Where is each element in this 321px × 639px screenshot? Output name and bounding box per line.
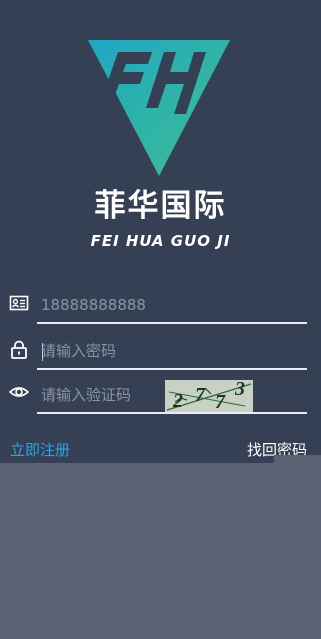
brand-name-pinyin: FEI HUA GUO JI <box>90 232 231 250</box>
panel-notch <box>274 455 321 463</box>
svg-text:3: 3 <box>234 380 245 400</box>
lock-icon <box>11 340 27 359</box>
captcha-image[interactable]: 2 7 7 3 <box>165 380 253 412</box>
svg-text:7: 7 <box>195 384 206 406</box>
captcha-field: 2 7 7 3 <box>37 378 307 414</box>
phone-field <box>37 288 307 324</box>
login-panel: 菲华国际 FEI HUA GUO JI 18888888888 请输入验证码 2… <box>0 0 321 463</box>
brand-name-chinese: 菲华国际 <box>94 188 227 224</box>
password-input[interactable] <box>41 340 161 362</box>
eye-icon[interactable] <box>9 382 29 402</box>
brand-logo <box>88 40 230 176</box>
captcha-input[interactable] <box>41 384 161 406</box>
password-field <box>37 334 307 370</box>
captcha-glyphs: 2 7 7 3 <box>166 380 252 412</box>
svg-text:7: 7 <box>215 391 226 412</box>
id-card-icon <box>9 295 29 311</box>
svg-text:2: 2 <box>172 390 183 412</box>
register-link[interactable]: 立即注册 <box>10 439 70 461</box>
phone-input[interactable] <box>41 294 161 316</box>
